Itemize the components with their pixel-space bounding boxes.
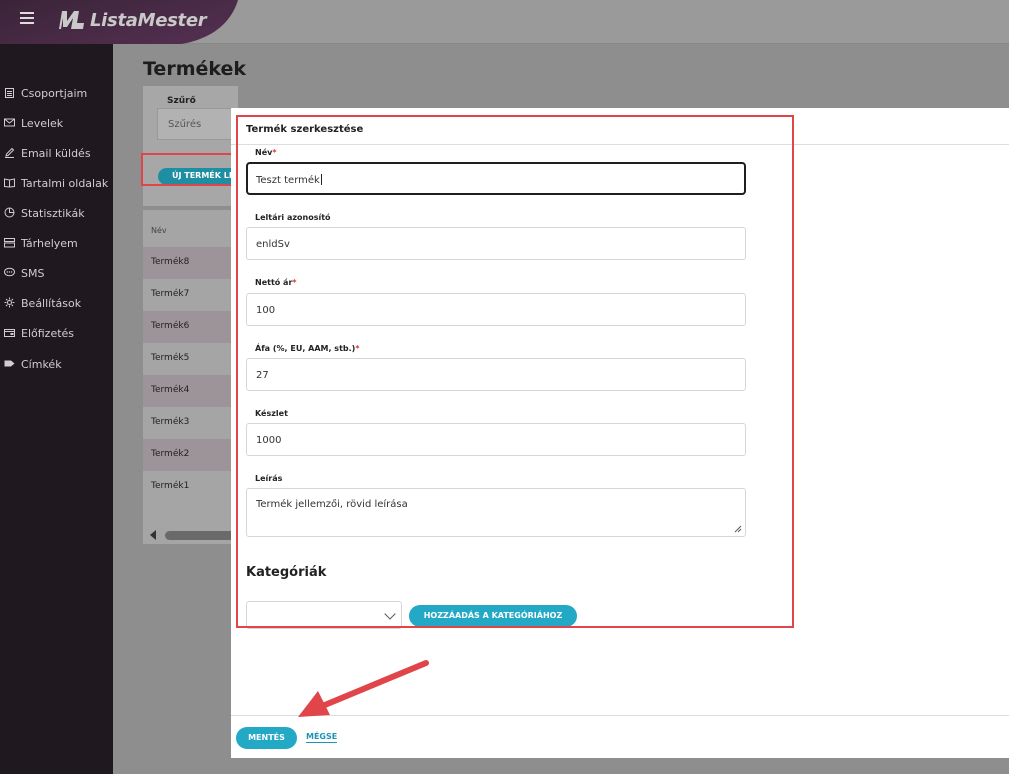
sidebar-item-label: Levelek: [21, 116, 64, 130]
sidebar-item-label: Tárhelyem: [21, 236, 78, 250]
brand-name[interactable]: ListaMester: [90, 10, 207, 31]
filter-input[interactable]: Szűrés: [157, 108, 238, 140]
list-item[interactable]: Termék4: [143, 375, 238, 407]
sidebar-item-statisztikak[interactable]: Statisztikák: [0, 202, 85, 224]
new-button-highlight: [141, 153, 233, 186]
product-list-card: Név Termék8 Termék7 Termék6 Termék5 Term…: [143, 210, 238, 544]
list-item[interactable]: Termék3: [143, 407, 238, 439]
horizontal-scrollbar[interactable]: [143, 528, 238, 542]
mail-icon: [3, 117, 15, 129]
pie-chart-icon: [3, 207, 15, 219]
scroll-left-icon[interactable]: [150, 530, 156, 540]
sidebar-item-label: SMS: [21, 266, 45, 280]
sidebar-item-label: Előfizetés: [21, 326, 75, 340]
sidebar-item-email-kuldes[interactable]: Email küldés: [0, 142, 91, 164]
sidebar-item-label: Beállítások: [21, 296, 82, 310]
list-item[interactable]: Termék6: [143, 311, 238, 343]
cancel-button[interactable]: MÉGSE: [306, 732, 338, 743]
page-title: Termékek: [143, 58, 247, 80]
sidebar-item-tarhelyem[interactable]: Tárhelyem: [0, 232, 78, 254]
sidebar-item-beallitasok[interactable]: Beállítások: [0, 292, 81, 314]
chat-icon: [3, 267, 15, 279]
storage-icon: [3, 237, 15, 249]
sidebar-item-label: Tartalmi oldalak: [21, 176, 109, 190]
sidebar-item-label: Email küldés: [21, 146, 91, 160]
list-item[interactable]: Termék8: [143, 247, 238, 279]
filter-label: Szűrő: [167, 96, 196, 106]
save-button[interactable]: MENTÉS: [236, 727, 297, 749]
list-header-name: Név: [151, 226, 167, 235]
sidebar-item-elofizetes[interactable]: Előfizetés: [0, 322, 74, 344]
sidebar-item-csoportjaim[interactable]: Csoportjaim: [0, 82, 87, 104]
gear-icon: [3, 297, 15, 309]
sidebar-item-label: Csoportjaim: [21, 86, 88, 100]
menu-icon[interactable]: [20, 12, 34, 26]
clipboard-icon: [3, 87, 15, 99]
tag-icon: [3, 358, 15, 370]
pencil-icon: [3, 147, 15, 159]
sidebar-item-sms[interactable]: SMS: [0, 262, 44, 284]
scroll-thumb[interactable]: [165, 531, 238, 540]
list-item[interactable]: Termék7: [143, 279, 238, 311]
sidebar: Csoportjaim Levelek Email küldés Tartalm…: [0, 44, 113, 774]
list-item[interactable]: Termék2: [143, 439, 238, 471]
list-item[interactable]: Termék5: [143, 343, 238, 375]
annotation-arrow-icon: [298, 660, 429, 717]
filter-card: Szűrő Szűrés: [143, 86, 238, 206]
sidebar-item-cimkek[interactable]: Címkék: [0, 353, 62, 375]
wallet-icon: [3, 327, 15, 339]
logo-mark-icon: [59, 11, 84, 29]
sidebar-item-tartalmi-oldalak[interactable]: Tartalmi oldalak: [0, 172, 108, 194]
book-icon: [3, 177, 15, 189]
form-highlight-box: [236, 115, 794, 628]
sidebar-item-levelek[interactable]: Levelek: [0, 112, 63, 134]
list-item[interactable]: Termék1: [143, 471, 238, 503]
sidebar-item-label: Statisztikák: [21, 206, 85, 220]
sidebar-item-label: Címkék: [21, 357, 62, 371]
